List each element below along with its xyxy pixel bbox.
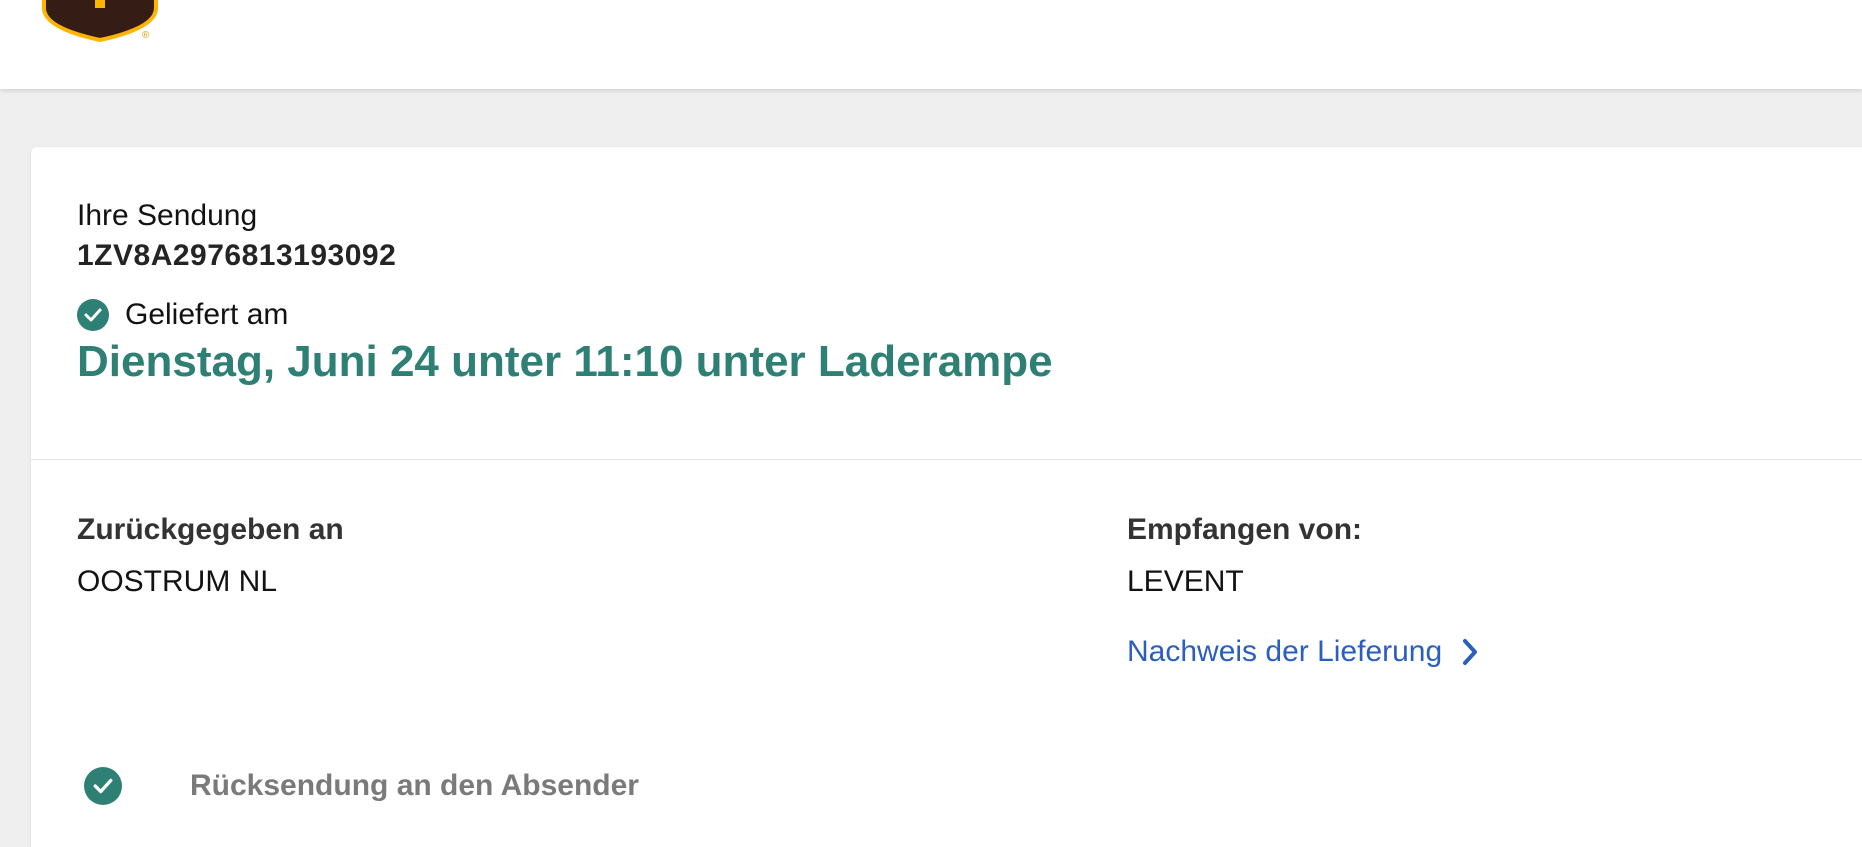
progress-step-label: Rücksendung an den Absender xyxy=(190,769,639,802)
shipment-label: Ihre Sendung xyxy=(77,199,258,232)
proof-link-label: Nachweis der Lieferung xyxy=(1127,635,1443,668)
delivery-status: Geliefert am xyxy=(77,297,288,333)
tracking-card: Ihre Sendung 1ZV8A2976813193092 Geliefer… xyxy=(31,147,1862,847)
received-by-heading: Empfangen von: xyxy=(1127,513,1363,546)
proof-of-delivery-link[interactable]: Nachweis der Lieferung xyxy=(1127,635,1480,669)
svg-text:®: ® xyxy=(142,30,150,41)
status-label: Geliefert am xyxy=(125,298,289,331)
delivery-headline: Dienstag, Juni 24 unter 11:10 unter Lade… xyxy=(77,337,1053,386)
returned-to-heading: Zurückgegeben an xyxy=(77,513,344,546)
chevron-right-icon xyxy=(1463,639,1478,665)
progress-step: Rücksendung an den Absender xyxy=(84,766,639,806)
received-by-value: LEVENT xyxy=(1127,565,1244,598)
check-circle-icon xyxy=(84,767,122,805)
ups-shield-logo-icon[interactable]: ® xyxy=(40,0,164,42)
divider xyxy=(31,459,1862,460)
tracking-number: 1ZV8A2976813193092 xyxy=(77,239,397,272)
returned-to-value: OOSTRUM NL xyxy=(77,565,278,598)
site-header: ® xyxy=(0,0,1862,89)
check-circle-icon xyxy=(77,299,109,331)
